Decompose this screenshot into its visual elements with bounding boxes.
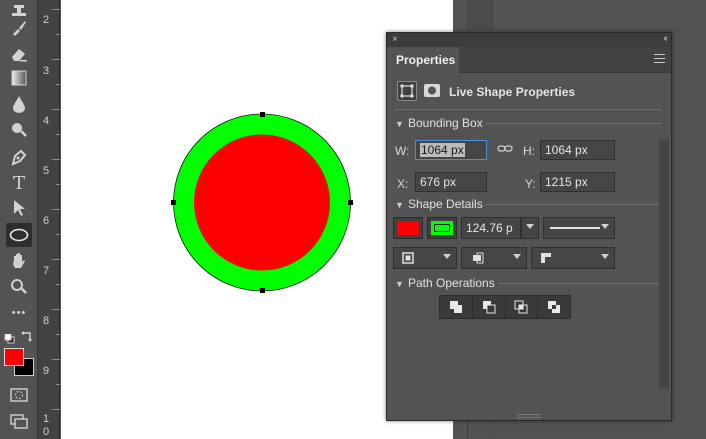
link-icon[interactable] (497, 142, 513, 154)
dodge-icon[interactable] (6, 118, 32, 142)
stroke-corners-dropdown[interactable] (531, 247, 615, 269)
panel-resize-grip[interactable] (517, 414, 541, 418)
ruler-label: 7 (42, 265, 50, 277)
chevron-down-icon (601, 224, 609, 229)
stroke-width-field[interactable]: 124.76 p (461, 217, 521, 239)
shape-details-section[interactable]: ▼ Shape Details (395, 197, 483, 211)
ellipse-icon[interactable] (6, 223, 32, 247)
live-shape-properties-heading: Live Shape Properties (449, 85, 576, 99)
fill-color-swatch[interactable] (393, 217, 423, 239)
more-tools-icon[interactable]: ••• (6, 301, 32, 325)
subtract-front-shape-icon[interactable] (473, 296, 506, 318)
ruler-label: 8 (42, 315, 50, 327)
collapse-icon[interactable]: ‹‹ (663, 33, 667, 44)
screen-mode-icon[interactable] (6, 410, 32, 434)
chevron-down-icon (513, 254, 521, 259)
history-brush-icon[interactable] (6, 16, 32, 40)
panel-scrollbar[interactable] (659, 139, 669, 389)
stroke-caps-icon (473, 252, 484, 264)
y-field[interactable]: 1215 px (540, 172, 615, 192)
gradient-icon[interactable] (6, 66, 32, 90)
bounding-box-section[interactable]: ▼ Bounding Box (395, 116, 483, 130)
transform-handle-right (348, 200, 353, 205)
chevron-down-icon: ▼ (395, 279, 404, 289)
stroke-caps-dropdown[interactable] (461, 247, 527, 269)
bounding-box-label: Bounding Box (408, 116, 483, 130)
transform-handle-top (260, 112, 265, 117)
ruler-label: 4 (42, 115, 50, 127)
chevron-down-icon (526, 224, 534, 229)
tools-panel: T ••• (0, 0, 38, 439)
tab-properties[interactable]: Properties (387, 47, 459, 73)
ruler-label: 5 (42, 165, 50, 177)
height-label: H: (523, 144, 535, 158)
chevron-down-icon (443, 254, 451, 259)
type-icon[interactable]: T (6, 171, 32, 195)
path-selection-icon[interactable] (6, 196, 32, 220)
mask-properties-icon[interactable] (423, 83, 441, 99)
width-field[interactable]: 1064 px (415, 140, 487, 160)
height-field[interactable]: 1064 px (540, 140, 615, 160)
transform-properties-icon[interactable] (397, 81, 417, 101)
x-label: X: (397, 177, 409, 191)
path-operations-group (439, 295, 571, 319)
width-label: W: (395, 144, 410, 158)
width-value: 1064 px (420, 143, 465, 157)
zoom-icon[interactable] (6, 275, 32, 299)
exclude-overlapping-shapes-icon[interactable] (538, 296, 570, 318)
hand-icon[interactable] (6, 249, 32, 273)
panel-titlebar: × ‹‹ (387, 33, 671, 47)
close-icon[interactable]: × (392, 34, 398, 45)
path-operations-section[interactable]: ▼ Path Operations (395, 276, 495, 290)
properties-panel: × ‹‹ Properties Live Shape Properties ▼ B… (386, 32, 672, 421)
ruler-label: 6 (42, 215, 50, 227)
ruler-label: 9 (42, 365, 50, 377)
path-operations-label: Path Operations (408, 276, 495, 290)
combine-shapes-icon[interactable] (440, 296, 473, 318)
y-label: Y: (525, 177, 536, 191)
stroke-width-dropdown[interactable] (521, 217, 539, 239)
swap-colors-icon[interactable] (21, 329, 33, 342)
transform-handle-left (171, 200, 176, 205)
quick-mask-icon[interactable] (6, 383, 32, 407)
ruler-label: 3 (42, 65, 50, 77)
stroke-corners-icon (541, 253, 551, 263)
foreground-color-swatch[interactable] (4, 348, 24, 366)
transform-handle-bottom (260, 288, 265, 293)
default-colors-icon[interactable] (4, 331, 16, 344)
pen-icon[interactable] (6, 145, 32, 169)
stroke-line-preview (550, 227, 600, 229)
x-field[interactable]: 676 px (415, 172, 487, 192)
panel-tabbar: Properties (387, 47, 671, 73)
ruler-label: 0 (42, 426, 50, 438)
chevron-down-icon (601, 254, 609, 259)
stroke-align-dropdown[interactable] (393, 247, 457, 269)
intersect-shape-areas-icon[interactable] (506, 296, 539, 318)
panel-menu-icon[interactable] (654, 54, 665, 66)
stroke-align-icon (402, 252, 414, 264)
ruler-label: 2 (42, 14, 50, 26)
stroke-color-swatch[interactable] (427, 217, 457, 239)
vertical-ruler: 2 3 4 5 6 7 8 9 1 0 (38, 0, 60, 439)
shape-details-label: Shape Details (408, 197, 483, 211)
chevron-down-icon: ▼ (395, 119, 404, 129)
stroke-type-dropdown[interactable] (543, 217, 615, 239)
blur-drop-icon[interactable] (6, 92, 32, 116)
chevron-down-icon: ▼ (395, 200, 404, 210)
eraser-icon[interactable] (6, 42, 32, 66)
ruler-label: 1 (42, 413, 50, 425)
